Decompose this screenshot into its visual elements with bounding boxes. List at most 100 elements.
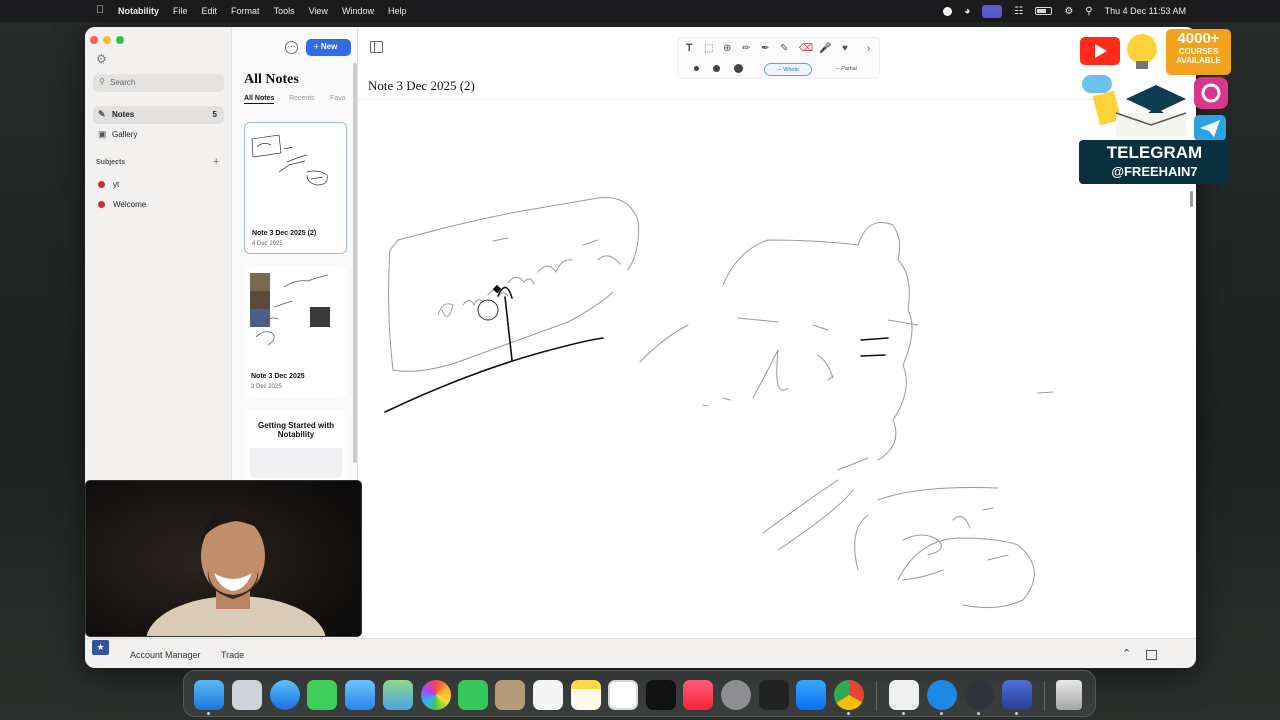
notability-icon[interactable]	[1002, 680, 1032, 710]
subjects-header: Subjects	[96, 159, 126, 166]
more-options-button[interactable]: ⋯	[285, 41, 298, 54]
note-card[interactable]: Note 3 Dec 2025 3 Dec 2025	[244, 267, 347, 397]
note-card[interactable]: Getting Started with Notability	[244, 410, 347, 485]
freeform-icon[interactable]	[608, 680, 638, 710]
canvas-scrollbar[interactable]	[1190, 191, 1193, 207]
word-app-icon[interactable]	[889, 680, 919, 710]
clock[interactable]: Thu 4 Dec 11:53 AM	[1105, 6, 1186, 16]
launchpad-icon[interactable]	[232, 680, 262, 710]
app-menu[interactable]: Notability	[118, 6, 159, 16]
tab-all-notes[interactable]: All Notes	[244, 95, 275, 104]
pencil-tool-icon[interactable]: ✏	[742, 43, 750, 54]
record-icon[interactable]	[943, 6, 953, 16]
quick-app-icon[interactable]	[927, 680, 957, 710]
note-thumbnail	[251, 134, 328, 186]
app-store-icon[interactable]	[796, 680, 826, 710]
highlighter-tool-icon[interactable]: ✎	[780, 43, 788, 54]
text-tool-icon[interactable]: 𝐓	[686, 43, 692, 54]
segment-whole[interactable]: ∼ Whole	[764, 63, 812, 76]
messages-icon[interactable]	[307, 680, 337, 710]
notes-app-icon[interactable]	[571, 680, 601, 710]
music-icon[interactable]	[683, 680, 713, 710]
add-subject-button[interactable]: +	[213, 156, 219, 168]
note-canvas[interactable]	[358, 100, 1196, 638]
notes-list-title: All Notes	[244, 72, 299, 87]
sidebar-item-gallery[interactable]: ▣ Gallery	[93, 126, 224, 144]
chrome-icon[interactable]	[834, 680, 864, 710]
eraser-size-medium[interactable]	[713, 65, 720, 72]
screen-mirroring-icon[interactable]	[982, 4, 1003, 18]
battery-icon[interactable]	[1035, 7, 1053, 15]
chevron-up-icon[interactable]: ⌃	[1122, 647, 1131, 660]
pen-tool-icon[interactable]: ✒	[761, 43, 769, 54]
notes-list-scrollbar[interactable]	[353, 63, 357, 463]
tab-favorites[interactable]: Favo	[330, 95, 346, 102]
note-thumbnail	[250, 273, 330, 346]
add-tool-icon[interactable]: ⊕	[723, 43, 731, 54]
menu-view[interactable]: View	[309, 6, 328, 16]
search-input[interactable]: ⚲ Search	[93, 74, 224, 92]
maps-icon[interactable]	[383, 680, 413, 710]
close-window-button[interactable]	[90, 36, 98, 44]
trade-tab[interactable]: Trade	[221, 650, 244, 660]
dock-separator	[1044, 681, 1045, 711]
eraser-size-small[interactable]	[694, 66, 699, 71]
sidebar-item-notes[interactable]: ✎ Notes 5	[93, 106, 224, 124]
control-center-icon[interactable]: ⚙	[1064, 6, 1073, 17]
wifi-icon[interactable]: ☷	[1014, 6, 1023, 17]
reminders-icon[interactable]	[533, 680, 563, 710]
minimize-window-button[interactable]	[103, 36, 111, 44]
subject-yt[interactable]: yt	[96, 180, 119, 189]
star-icon[interactable]: ★	[92, 640, 109, 655]
note-title: Getting Started with Notability	[258, 421, 334, 439]
eraser-tool-icon[interactable]: ⌫	[799, 43, 813, 54]
courses-count: 4000+	[1177, 30, 1220, 47]
running-indicator	[902, 712, 905, 715]
notes-count: 5	[212, 110, 217, 119]
running-indicator	[847, 712, 850, 715]
menu-format[interactable]: Format	[231, 6, 260, 16]
status-icon[interactable]: ◕	[964, 6, 970, 17]
sidebar-toggle-icon[interactable]	[370, 41, 383, 53]
account-manager-tab[interactable]: Account Manager	[130, 650, 201, 660]
segment-partial[interactable]: ∼ Partial	[822, 63, 870, 76]
webcam-person-image	[86, 481, 361, 636]
shapes-tool-icon[interactable]: ♥	[842, 43, 848, 54]
photos-icon[interactable]	[421, 680, 451, 710]
menu-tools[interactable]: Tools	[274, 6, 295, 16]
note-title: Note 3 Dec 2025	[251, 373, 305, 380]
apple-tv-icon[interactable]	[646, 680, 676, 710]
new-note-button[interactable]: + New	[306, 39, 351, 56]
note-card[interactable]: Note 3 Dec 2025 (2) 4 Dec 2025	[244, 122, 347, 254]
search-icon[interactable]: ⚲	[1085, 6, 1092, 17]
telegram-banner: TELEGRAM @FREEHAIN7	[1079, 140, 1230, 184]
mail-icon[interactable]	[345, 680, 375, 710]
menu-help[interactable]: Help	[388, 6, 407, 16]
zoom-window-button[interactable]	[116, 36, 124, 44]
safari-icon[interactable]	[270, 680, 300, 710]
lasso-tool-icon[interactable]: ⬚	[704, 43, 713, 54]
menu-file[interactable]: File	[173, 6, 188, 16]
system-settings-icon[interactable]	[721, 680, 751, 710]
apple-menu-icon[interactable]: 	[96, 4, 104, 16]
menu-window[interactable]: Window	[342, 6, 374, 16]
subject-welcome[interactable]: Welcome	[96, 200, 146, 209]
picture-in-picture-icon[interactable]	[1146, 650, 1157, 660]
eraser-size-large[interactable]	[734, 64, 743, 73]
keychain-icon[interactable]	[759, 680, 789, 710]
microphone-icon[interactable]: 🎤	[819, 43, 831, 54]
menu-edit[interactable]: Edit	[202, 6, 218, 16]
gallery-icon: ▣	[98, 129, 107, 139]
trash-icon[interactable]	[1056, 680, 1082, 710]
finder-icon[interactable]	[194, 680, 224, 710]
tab-recents[interactable]: Recents	[289, 95, 315, 102]
contacts-icon[interactable]	[495, 680, 525, 710]
note-title: Note 3 Dec 2025 (2)	[252, 230, 317, 237]
facetime-icon[interactable]	[458, 680, 488, 710]
menu-bar:  Notability File Edit Format Tools View…	[0, 0, 1280, 22]
chevron-right-icon[interactable]: ›	[867, 43, 870, 54]
search-placeholder: Search	[110, 78, 136, 87]
gear-icon[interactable]: ⚙	[96, 52, 107, 66]
obs-icon[interactable]	[964, 680, 994, 710]
segment-label: Partial	[841, 66, 857, 72]
